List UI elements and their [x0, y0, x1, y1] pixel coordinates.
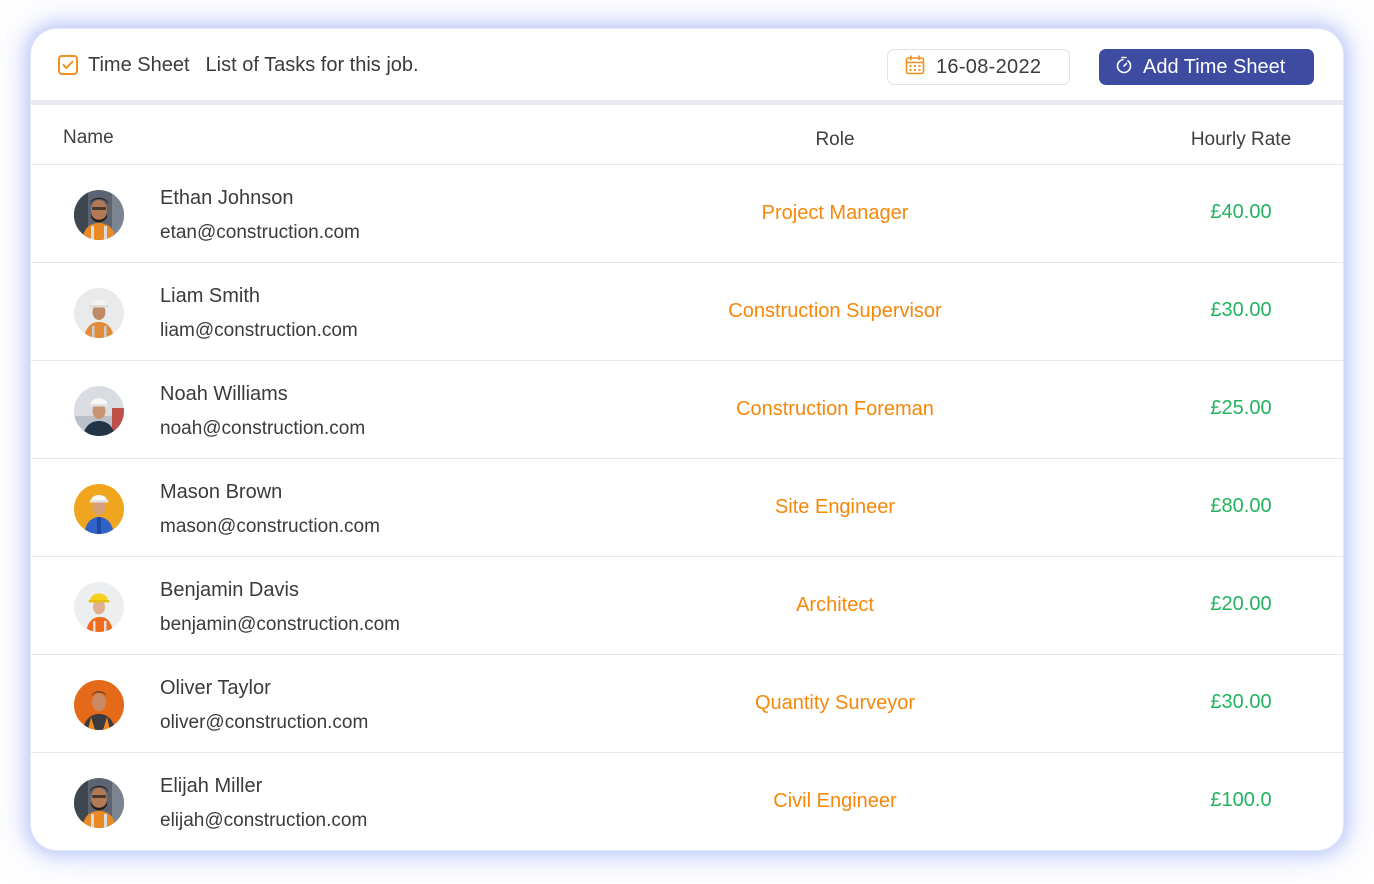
- person-email[interactable]: mason@construction.com: [160, 516, 380, 538]
- person-email[interactable]: benjamin@construction.com: [160, 614, 400, 636]
- person-name: Ethan Johnson: [160, 187, 294, 209]
- person-name: Liam Smith: [160, 285, 261, 307]
- avatar: [74, 582, 124, 632]
- role-text: Architect: [796, 594, 874, 616]
- person-name: Oliver Taylor: [160, 677, 271, 699]
- person-email[interactable]: noah@construction.com: [160, 418, 365, 440]
- table-row[interactable]: Benjamin Davis benjamin@construction.com…: [31, 557, 1343, 655]
- avatar: [74, 288, 124, 338]
- person-name: Mason Brown: [160, 481, 283, 503]
- date-value: 16-08-2022: [936, 55, 1042, 78]
- hourly-rate: £25.00: [1210, 397, 1272, 419]
- person-email[interactable]: elijah@construction.com: [160, 810, 367, 832]
- avatar: [74, 386, 124, 436]
- person-name: Elijah Miller: [160, 775, 263, 797]
- column-header-name[interactable]: Name: [63, 127, 114, 149]
- column-header-hourly-rate[interactable]: Hourly Rate: [1141, 129, 1341, 151]
- column-header-role[interactable]: Role: [735, 129, 935, 151]
- calendar-icon: [905, 54, 925, 80]
- table-header: Name Role Hourly Rate: [31, 105, 1343, 165]
- timesheet-card: Time Sheet List of Tasks for this job. 1…: [31, 29, 1343, 850]
- person-email[interactable]: etan@construction.com: [160, 222, 360, 244]
- date-picker[interactable]: 16-08-2022: [887, 49, 1070, 85]
- table-row[interactable]: Liam Smith liam@construction.com Constru…: [31, 263, 1343, 361]
- role-text: Site Engineer: [774, 496, 896, 518]
- avatar: [74, 190, 124, 240]
- avatar: [74, 778, 124, 828]
- hourly-rate: £30.00: [1210, 691, 1272, 713]
- page-subtitle: List of Tasks for this job.: [205, 53, 419, 76]
- checkbox-icon[interactable]: [58, 55, 78, 75]
- stopwatch-icon: [1115, 56, 1133, 79]
- role-text: Construction Supervisor: [728, 300, 942, 322]
- table-row[interactable]: Oliver Taylor oliver@construction.com Qu…: [31, 655, 1343, 753]
- person-name: Benjamin Davis: [160, 579, 299, 601]
- table-row[interactable]: Mason Brown mason@construction.com Site …: [31, 459, 1343, 557]
- person-email[interactable]: liam@construction.com: [160, 320, 358, 342]
- hourly-rate: £80.00: [1210, 495, 1272, 517]
- table-row[interactable]: Ethan Johnson etan@construction.com Proj…: [31, 165, 1343, 263]
- avatar: [74, 484, 124, 534]
- role-text: Civil Engineer: [773, 790, 897, 812]
- role-text: Project Manager: [761, 202, 909, 224]
- avatar: [74, 680, 124, 730]
- table-row[interactable]: Elijah Miller elijah@construction.com Ci…: [31, 753, 1343, 850]
- hourly-rate: £40.00: [1210, 201, 1272, 223]
- role-text: Quantity Surveyor: [754, 692, 916, 714]
- person-email[interactable]: oliver@construction.com: [160, 712, 368, 734]
- hourly-rate: £20.00: [1210, 593, 1272, 615]
- hourly-rate: £30.00: [1210, 299, 1272, 321]
- person-name: Noah Williams: [160, 383, 288, 405]
- table-row[interactable]: Noah Williams noah@construction.com Cons…: [31, 361, 1343, 459]
- hourly-rate: £100.0: [1210, 789, 1272, 811]
- page-title: Time Sheet: [88, 53, 190, 76]
- add-time-sheet-label: Add Time Sheet: [1143, 55, 1286, 78]
- role-text: Construction Foreman: [736, 398, 934, 420]
- table-body: Ethan Johnson etan@construction.com Proj…: [31, 165, 1343, 850]
- add-time-sheet-button[interactable]: Add Time Sheet: [1099, 49, 1314, 85]
